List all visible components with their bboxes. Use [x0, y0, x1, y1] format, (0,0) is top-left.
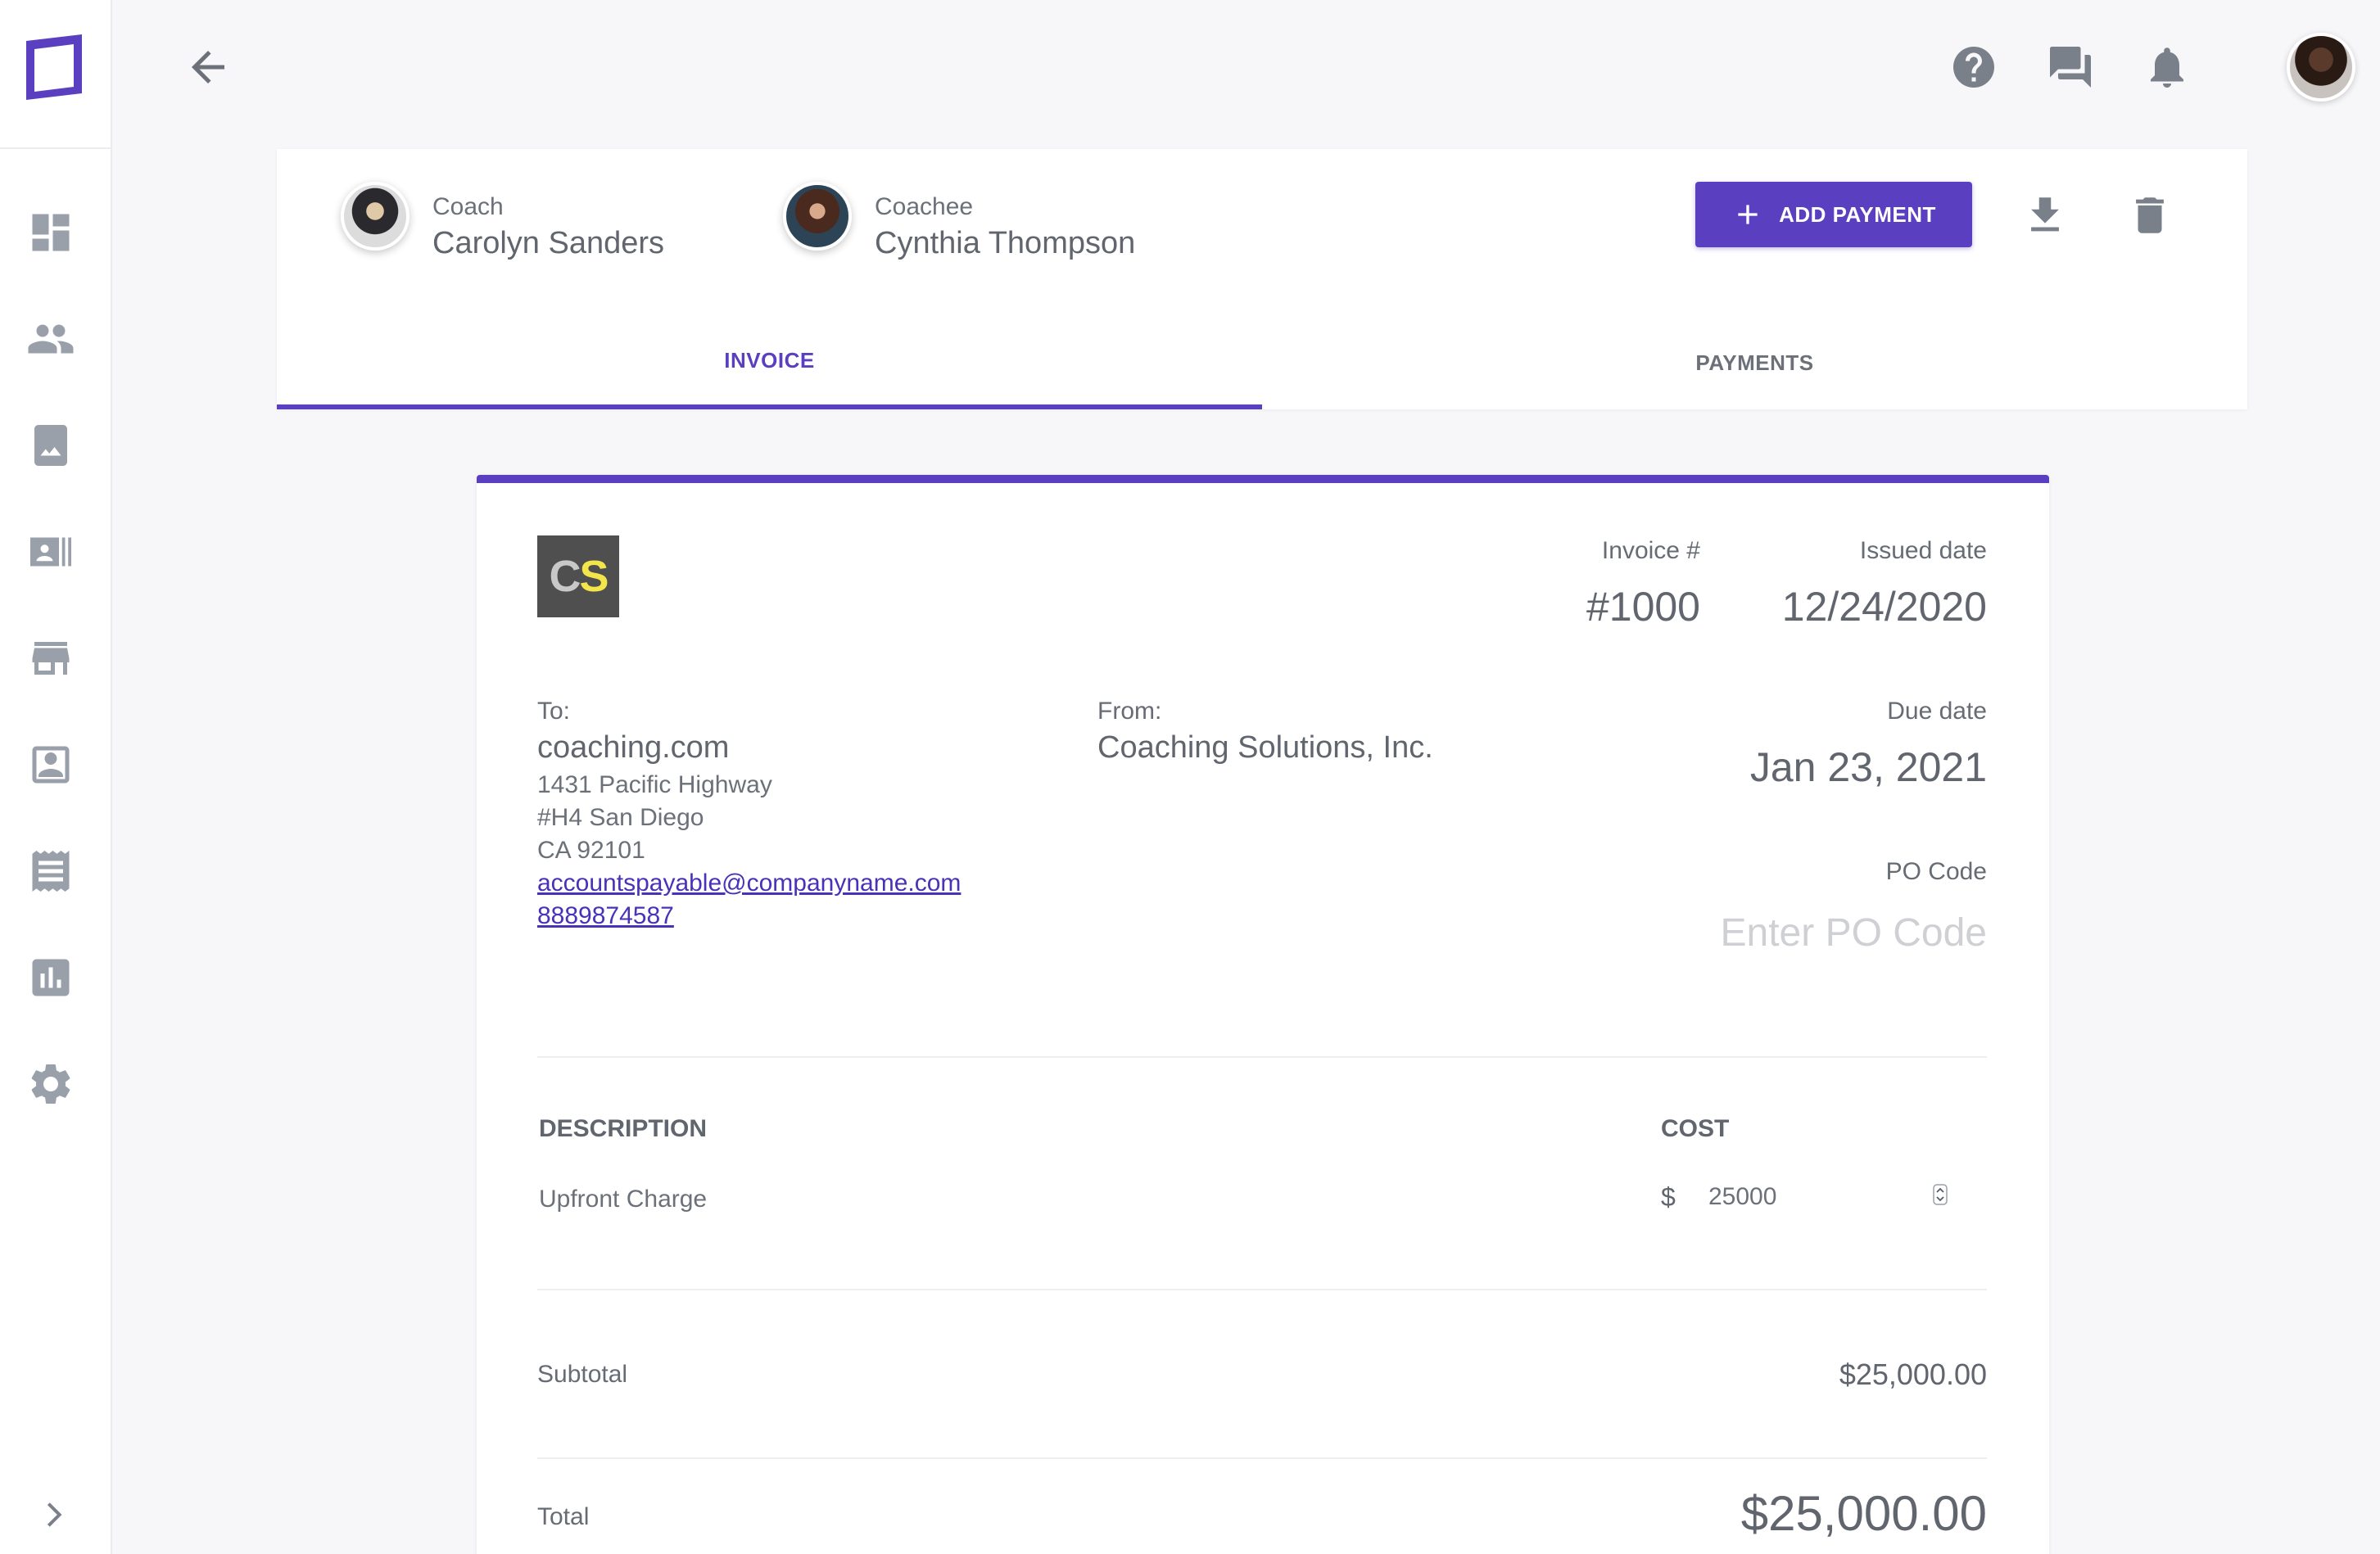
po-code-input[interactable] [1577, 904, 1987, 961]
from-company-name: Coaching Solutions, Inc. [1097, 730, 1433, 765]
coachee-info: Coachee Cynthia Thompson [783, 182, 1209, 264]
expand-sidebar-chevron-icon[interactable] [38, 1498, 70, 1531]
due-date-label: Due date [1887, 698, 1987, 725]
nav-dashboard-icon[interactable] [26, 208, 75, 257]
coach-avatar [341, 182, 409, 251]
invoice-header-card: Coach Carolyn Sanders Coachee Cynthia Th… [277, 149, 2247, 409]
to-label: To: [537, 698, 571, 725]
issued-date-label: Issued date [1859, 537, 1987, 564]
cost-column-header: COST [1661, 1115, 1730, 1142]
to-address-line-1: 1431 Pacific Highway [537, 771, 772, 798]
notifications-bell-icon[interactable] [2142, 43, 2192, 92]
coachee-name: Cynthia Thompson [875, 226, 1136, 260]
nav-gallery-icon[interactable] [26, 421, 75, 470]
subtotal-amount: $25,000.00 [1839, 1357, 1987, 1391]
user-avatar[interactable] [2287, 33, 2355, 102]
to-address-line-3: CA 92101 [537, 837, 645, 864]
divider [537, 1457, 1987, 1459]
coachee-role-label: Coachee [875, 193, 974, 220]
line-item-cost-field: $ [1661, 1172, 1972, 1222]
coach-info: Coach Carolyn Sanders [341, 182, 685, 264]
company-logo-c: C [549, 552, 581, 601]
subtotal-label: Subtotal [537, 1361, 628, 1388]
tab-invoice[interactable]: INVOICE [277, 316, 1262, 409]
description-column-header: DESCRIPTION [539, 1115, 708, 1142]
number-stepper-icon[interactable] [1933, 1184, 1948, 1205]
nav-people-icon[interactable] [26, 314, 75, 364]
due-date: Jan 23, 2021 [1749, 744, 1987, 790]
sidebar [0, 0, 112, 1554]
invoice-number-label: Invoice # [1601, 537, 1700, 564]
tab-payments[interactable]: PAYMENTS [1262, 316, 2247, 409]
invoice-number: #1000 [1586, 584, 1700, 630]
to-email-link[interactable]: accountspayable@companyname.com [537, 870, 961, 897]
app-logo[interactable] [0, 0, 112, 149]
nav-settings-icon[interactable] [26, 1059, 75, 1109]
help-icon[interactable] [1949, 43, 1998, 92]
delete-trash-icon[interactable] [2126, 192, 2174, 239]
download-icon[interactable] [2021, 192, 2069, 239]
nav-reports-icon[interactable] [26, 953, 75, 1002]
nav-contacts-icon[interactable] [26, 527, 75, 576]
plus-icon [1738, 205, 1758, 224]
app-logo-icon [26, 34, 82, 100]
nav-store-icon[interactable] [26, 634, 75, 683]
divider [537, 1289, 1987, 1290]
company-logo-s: S [579, 552, 609, 601]
line-item-cost-input[interactable] [1708, 1177, 1913, 1217]
po-code-label: PO Code [1885, 858, 1987, 885]
line-item-description: Upfront Charge [539, 1186, 708, 1213]
divider [537, 1056, 1987, 1058]
nav-profile-icon[interactable] [26, 740, 75, 789]
invoice-document: CS Invoice # #1000 Issued date 12/24/202… [477, 475, 2049, 1554]
issued-date: 12/24/2020 [1781, 584, 1987, 630]
to-company-name: coaching.com [537, 730, 730, 765]
add-payment-button[interactable]: ADD PAYMENT [1695, 182, 1972, 247]
from-label: From: [1097, 698, 1162, 725]
total-amount: $25,000.00 [1740, 1486, 1987, 1541]
chat-icon[interactable] [2046, 43, 2095, 92]
add-payment-label: ADD PAYMENT [1779, 201, 1936, 227]
to-address-line-2: #H4 San Diego [537, 804, 704, 831]
company-logo: CS [537, 535, 619, 617]
currency-symbol: $ [1661, 1182, 1676, 1212]
to-phone-link[interactable]: 8889874587 [537, 902, 674, 930]
nav-receipt-icon[interactable] [26, 847, 75, 896]
coachee-avatar [783, 182, 852, 251]
total-label: Total [537, 1503, 590, 1530]
coach-name: Carolyn Sanders [432, 226, 665, 260]
back-arrow-icon[interactable] [183, 43, 233, 92]
coach-role-label: Coach [432, 193, 504, 220]
